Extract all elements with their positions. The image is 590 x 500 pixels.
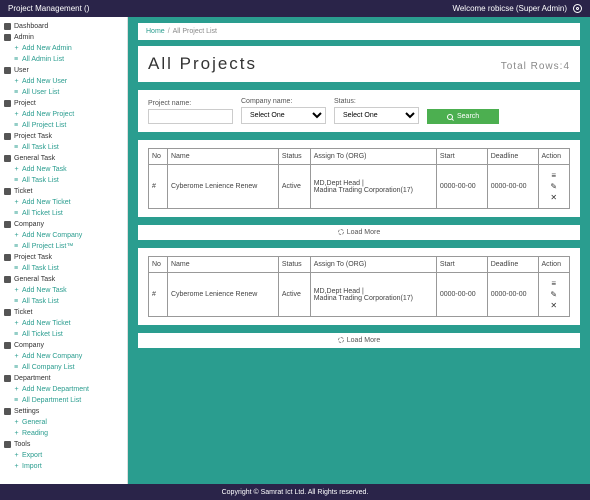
sidebar-item-all-project-list[interactable]: All Project List: [0, 120, 127, 131]
table-header-row: NoNameStatusAssign To (ORG)StartDeadline…: [149, 149, 570, 165]
sidebar: DashboardAdminAdd New AdminAll Admin Lis…: [0, 17, 128, 484]
sidebar-group-ticket[interactable]: Ticket: [0, 186, 127, 197]
sidebar-item-add-new-user[interactable]: Add New User: [0, 76, 127, 87]
projects-table: NoNameStatusAssign To (ORG)StartDeadline…: [148, 148, 570, 209]
menu-icon[interactable]: ≡: [542, 171, 566, 180]
app-title: Project Management (): [8, 4, 89, 13]
close-icon[interactable]: ✕: [542, 301, 566, 310]
sidebar-group-department[interactable]: Department: [0, 373, 127, 384]
sidebar-item-add-new-admin[interactable]: Add New Admin: [0, 43, 127, 54]
sidebar-group-project-task[interactable]: Project Task: [0, 131, 127, 142]
results-card-2: NoNameStatusAssign To (ORG)StartDeadline…: [138, 248, 580, 325]
table-row: #Cyberome Lenience RenewActiveMD,Dept He…: [149, 273, 570, 317]
sidebar-group-settings[interactable]: Settings: [0, 406, 127, 417]
sidebar-item-all-department-list[interactable]: All Department List: [0, 395, 127, 406]
sidebar-group-company[interactable]: Company: [0, 219, 127, 230]
sidebar-group-tools[interactable]: Tools: [0, 439, 127, 450]
load-more-button[interactable]: Load More: [138, 225, 580, 240]
close-icon[interactable]: ✕: [542, 193, 566, 202]
sidebar-item-add-new-department[interactable]: Add New Department: [0, 384, 127, 395]
sidebar-group-project-task[interactable]: Project Task: [0, 252, 127, 263]
sidebar-group-general-task[interactable]: General Task: [0, 274, 127, 285]
sidebar-item-all-user-list[interactable]: All User List: [0, 87, 127, 98]
sidebar-item-reading[interactable]: Reading: [0, 428, 127, 439]
filter-card: Project name: Company name: Select One St…: [138, 90, 580, 132]
sidebar-item-all-admin-list[interactable]: All Admin List: [0, 54, 127, 65]
sidebar-item-add-new-project[interactable]: Add New Project: [0, 109, 127, 120]
breadcrumb-home[interactable]: Home: [146, 28, 165, 35]
filter-project-label: Project name:: [148, 100, 233, 107]
sidebar-group-general-task[interactable]: General Task: [0, 153, 127, 164]
sidebar-group-company[interactable]: Company: [0, 340, 127, 351]
spinner-icon: [338, 229, 344, 235]
sidebar-item-import[interactable]: Import: [0, 461, 127, 472]
main-content: Home/All Project List All Projects Total…: [128, 17, 590, 484]
filter-company-label: Company name:: [241, 98, 326, 105]
company-select[interactable]: Select One: [241, 107, 326, 124]
sidebar-group-project[interactable]: Project: [0, 98, 127, 109]
sidebar-item-all-task-list[interactable]: All Task List: [0, 263, 127, 274]
sidebar-item-all-project-list™[interactable]: All Project List™: [0, 241, 127, 252]
sidebar-item-export[interactable]: Export: [0, 450, 127, 461]
menu-icon[interactable]: ≡: [542, 279, 566, 288]
top-bar: Project Management () Welcome robicse (S…: [0, 0, 590, 17]
sidebar-group-dashboard[interactable]: Dashboard: [0, 21, 127, 32]
table-header-row: NoNameStatusAssign To (ORG)StartDeadline…: [149, 257, 570, 273]
sidebar-item-all-company-list[interactable]: All Company List: [0, 362, 127, 373]
results-card-1: NoNameStatusAssign To (ORG)StartDeadline…: [138, 140, 580, 217]
load-more-button-2[interactable]: Load More: [138, 333, 580, 348]
projects-table-2: NoNameStatusAssign To (ORG)StartDeadline…: [148, 256, 570, 317]
filter-status-label: Status:: [334, 98, 419, 105]
status-select[interactable]: Select One: [334, 107, 419, 124]
sidebar-group-user[interactable]: User: [0, 65, 127, 76]
spinner-icon: [338, 337, 344, 343]
edit-icon[interactable]: ✎: [542, 182, 566, 191]
sidebar-item-all-ticket-list[interactable]: All Ticket List: [0, 329, 127, 340]
sidebar-group-ticket[interactable]: Ticket: [0, 307, 127, 318]
sidebar-item-add-new-company[interactable]: Add New Company: [0, 351, 127, 362]
sidebar-item-all-task-list[interactable]: All Task List: [0, 175, 127, 186]
sidebar-group-admin[interactable]: Admin: [0, 32, 127, 43]
search-button[interactable]: Search: [427, 109, 499, 124]
sidebar-item-all-task-list[interactable]: All Task List: [0, 296, 127, 307]
gear-icon[interactable]: [573, 4, 582, 13]
sidebar-item-add-new-ticket[interactable]: Add New Ticket: [0, 318, 127, 329]
table-row: #Cyberome Lenience RenewActiveMD,Dept He…: [149, 165, 570, 209]
sidebar-item-add-new-task[interactable]: Add New Task: [0, 164, 127, 175]
breadcrumb: Home/All Project List: [138, 23, 580, 40]
search-icon: [447, 114, 453, 120]
sidebar-item-all-task-list[interactable]: All Task List: [0, 142, 127, 153]
footer: Copyright © Samrat Ict Ltd. All Rights r…: [0, 484, 590, 500]
total-rows: Total Rows:4: [501, 61, 570, 72]
welcome-text: Welcome robicse (Super Admin): [452, 4, 567, 13]
sidebar-item-all-ticket-list[interactable]: All Ticket List: [0, 208, 127, 219]
breadcrumb-current: All Project List: [173, 28, 217, 35]
sidebar-item-add-new-ticket[interactable]: Add New Ticket: [0, 197, 127, 208]
sidebar-item-add-new-company[interactable]: Add New Company: [0, 230, 127, 241]
page-title: All Projects: [148, 54, 257, 74]
project-name-input[interactable]: [148, 109, 233, 124]
sidebar-item-general[interactable]: General: [0, 417, 127, 428]
edit-icon[interactable]: ✎: [542, 290, 566, 299]
title-card: All Projects Total Rows:4: [138, 46, 580, 82]
sidebar-item-add-new-task[interactable]: Add New Task: [0, 285, 127, 296]
